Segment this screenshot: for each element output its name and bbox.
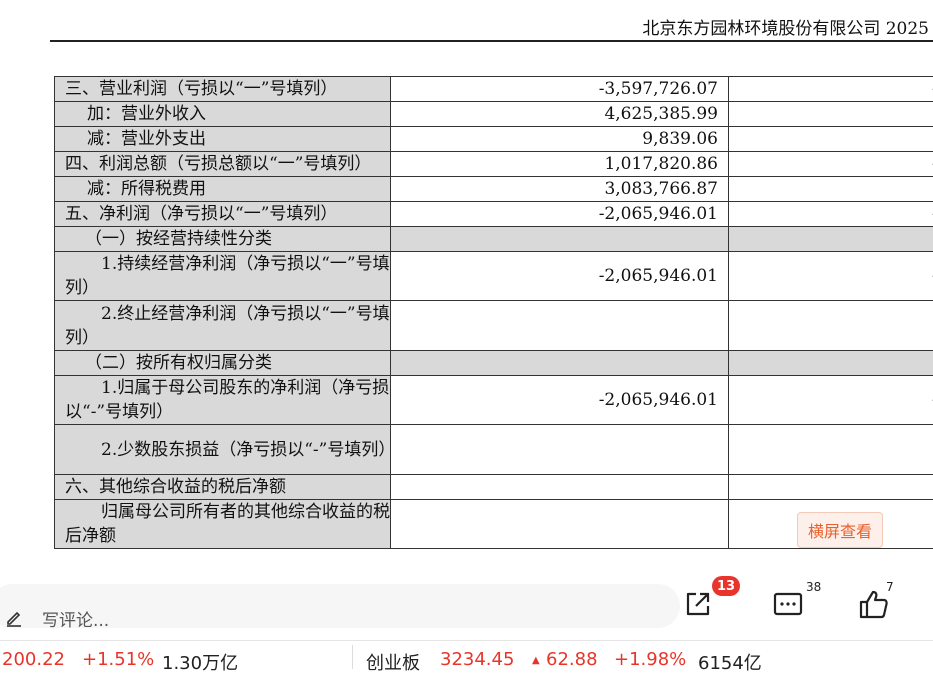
row-prev-value xyxy=(729,301,933,351)
share-badge: 13 xyxy=(712,576,740,596)
row-prev-value: -2, xyxy=(729,152,933,177)
company-title: 北京东方园林环境股份有限公司 2025 xyxy=(642,14,929,39)
table-row: 2.少数股东损益（净亏损以“-”号填列） xyxy=(55,425,933,475)
row-label: 2.少数股东损益（净亏损以“-”号填列） xyxy=(55,425,391,475)
table-row: 减：营业外支出 9,839.06 xyxy=(55,127,933,152)
row-value: -2,065,946.01 xyxy=(391,202,729,227)
row-value: 1,017,820.86 xyxy=(391,152,729,177)
row-label: 四、利润总额（亏损总额以“一”号填列） xyxy=(55,152,391,177)
table-row: 三、营业利润（亏损以“一”号填列） -3,597,726.07 -2, xyxy=(55,77,933,102)
table-row: 四、利润总额（亏损总额以“一”号填列） 1,017,820.86 -2, xyxy=(55,152,933,177)
row-prev-value xyxy=(729,475,933,500)
row-prev-value xyxy=(729,127,933,152)
row-value: -2,065,946.01 xyxy=(391,376,729,425)
table-row: （二）按所有权归属分类 xyxy=(55,351,933,376)
ticker-index-value: 3234.45 xyxy=(440,649,514,670)
comment-icon xyxy=(770,586,806,622)
row-value: -2,065,946.01 xyxy=(391,252,729,301)
ticker-left-value: 200.22 xyxy=(2,649,65,670)
row-value: -3,597,726.07 xyxy=(391,77,729,102)
table-row: 1.归属于母公司股东的净利润（净亏损以“-”号填列） -2,065,946.01… xyxy=(55,376,933,425)
row-value xyxy=(391,351,729,376)
comment-input[interactable]: 写评论... xyxy=(0,584,680,628)
ticker-up-icon: ▲ xyxy=(532,649,540,670)
table-row: 六、其他综合收益的税后净额 xyxy=(55,475,933,500)
row-label: 归属母公司所有者的其他综合收益的税后净额 xyxy=(55,500,391,549)
row-value xyxy=(391,475,729,500)
row-prev-value: -2, xyxy=(729,77,933,102)
ticker-index-name: 创业板 xyxy=(366,649,420,675)
row-value: 9,839.06 xyxy=(391,127,729,152)
row-label: 六、其他综合收益的税后净额 xyxy=(55,475,391,500)
table-row: 五、净利润（净亏损以“一”号填列） -2,065,946.01 -2, xyxy=(55,202,933,227)
row-value xyxy=(391,301,729,351)
row-label: 五、净利润（净亏损以“一”号填列） xyxy=(55,202,391,227)
table-row: 1.持续经营净利润（净亏损以“一”号填列） -2,065,946.01 -2, xyxy=(55,252,933,301)
row-label: 减：所得税费用 xyxy=(55,177,391,202)
ticker-left-change: +1.51% xyxy=(82,649,154,670)
table-row: （一）按经营持续性分类 xyxy=(55,227,933,252)
row-value: 3,083,766.87 xyxy=(391,177,729,202)
row-prev-value xyxy=(729,351,933,376)
comment-count: 38 xyxy=(806,580,821,594)
table-row: 减：所得税费用 3,083,766.87 xyxy=(55,177,933,202)
header-rule xyxy=(50,40,933,42)
row-label: （二）按所有权归属分类 xyxy=(55,351,391,376)
income-statement-table: 三、营业利润（亏损以“一”号填列） -3,597,726.07 -2, 加：营业… xyxy=(54,76,933,572)
landscape-view-button[interactable]: 横屏查看 xyxy=(797,512,883,548)
comments-button[interactable] xyxy=(770,586,806,622)
row-prev-value xyxy=(729,425,933,475)
row-label: 三、营业利润（亏损以“一”号填列） xyxy=(55,77,391,102)
row-value: 4,625,385.99 xyxy=(391,102,729,127)
row-prev-value: -2, xyxy=(729,376,933,425)
market-ticker[interactable]: 200.22 +1.51% 1.30万亿 创业板 3234.45 ▲ 62.88… xyxy=(0,640,933,672)
row-value xyxy=(391,500,729,549)
share-button[interactable] xyxy=(680,586,716,622)
ticker-divider xyxy=(352,645,353,669)
like-count: 7 xyxy=(886,580,894,594)
row-prev-value xyxy=(729,227,933,252)
comment-placeholder: 写评论... xyxy=(42,606,109,631)
row-prev-value: -2, xyxy=(729,252,933,301)
ticker-volume: 6154亿 xyxy=(698,649,762,675)
ticker-change: 62.88 xyxy=(546,649,598,670)
row-label: 1.持续经营净利润（净亏损以“一”号填列） xyxy=(55,252,391,301)
row-value xyxy=(391,425,729,475)
row-prev-value: -2, xyxy=(729,202,933,227)
row-prev-value xyxy=(729,177,933,202)
pen-icon xyxy=(4,607,24,627)
row-value xyxy=(391,227,729,252)
table-row: 2.终止经营净利润（净亏损以“一”号填列） xyxy=(55,301,933,351)
ticker-left-volume: 1.30万亿 xyxy=(162,649,238,675)
comment-bar: 写评论... 13 38 7 xyxy=(0,572,933,638)
row-label: 加：营业外收入 xyxy=(55,102,391,127)
row-label: 2.终止经营净利润（净亏损以“一”号填列） xyxy=(55,301,391,351)
table-row: 加：营业外收入 4,625,385.99 xyxy=(55,102,933,127)
ticker-change-pct: +1.98% xyxy=(614,649,686,670)
share-icon xyxy=(680,586,716,622)
row-prev-value xyxy=(729,102,933,127)
row-label: 1.归属于母公司股东的净利润（净亏损以“-”号填列） xyxy=(55,376,391,425)
row-label: 减：营业外支出 xyxy=(55,127,391,152)
row-label: （一）按经营持续性分类 xyxy=(55,227,391,252)
document-header: 北京东方园林环境股份有限公司 2025 xyxy=(0,0,933,42)
